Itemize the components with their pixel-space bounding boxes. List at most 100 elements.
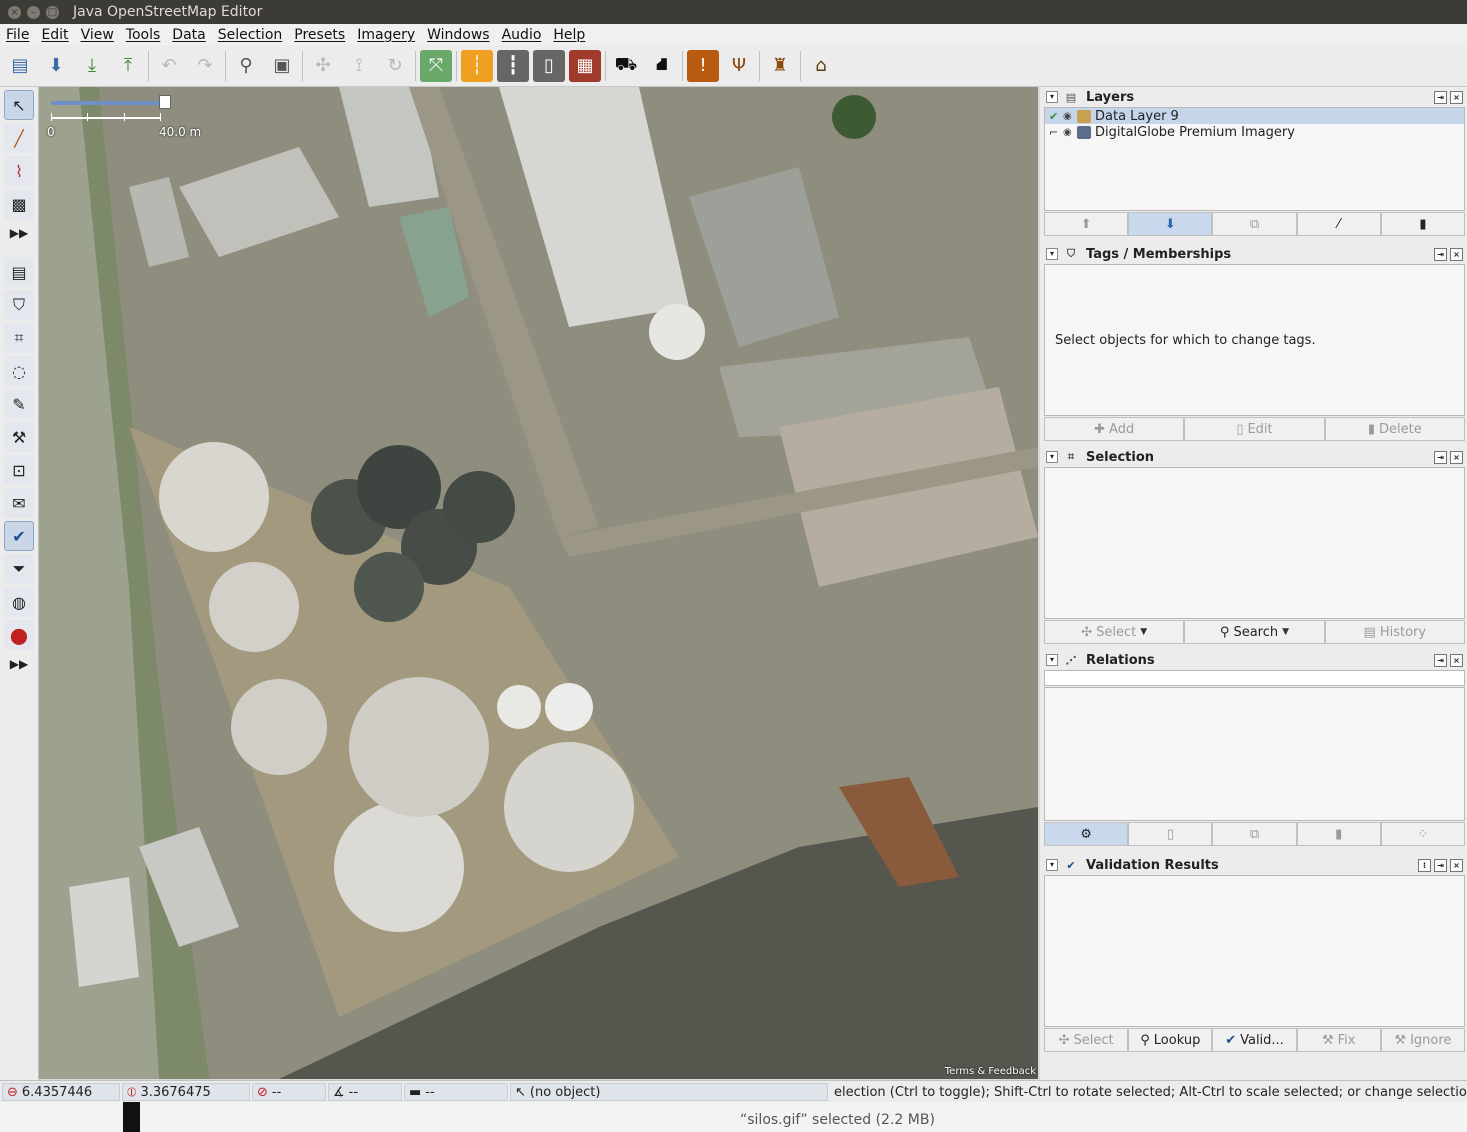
redo-icon[interactable]: ↷ [189,50,221,82]
map-view[interactable]: 0 40.0 m Terms & Feedback [39,87,1038,1079]
highway-icon[interactable]: ┆ [461,49,493,82]
layer-row-data-layer[interactable]: ✔ ◉ Data Layer 9 [1045,108,1464,124]
menu-help[interactable]: Help [547,27,591,43]
imagery-attribution-link[interactable]: Terms & Feedback [945,1066,1036,1077]
close-icon[interactable]: × [1450,859,1463,872]
barrier-icon[interactable]: ▯ [533,49,565,82]
user-list-icon[interactable]: ◌ [4,356,34,386]
dock-icon[interactable]: ⇥ [1434,248,1447,261]
notes-icon[interactable]: ⊡ [4,455,34,485]
edit-relation-icon[interactable]: ▯ [1128,822,1213,846]
selection-panel-header[interactable]: ▾ ⌗ Selection ⇥ × [1040,447,1467,467]
delete-tag-button[interactable]: ▮ Delete [1324,417,1465,441]
castle-icon[interactable]: ♜ [764,50,796,82]
zoom-slider-track[interactable] [51,101,171,105]
download-icon[interactable]: ⤓ [76,50,108,82]
building-tool-icon[interactable]: ▩ [4,189,34,219]
map-paint-icon[interactable]: ◍ [4,587,34,617]
dock-icon[interactable]: ⇥ [1434,451,1447,464]
visibility-eye-icon[interactable]: ◉ [1063,127,1077,138]
lookup-button[interactable]: ⚲ Lookup [1128,1028,1213,1052]
delete-layer-icon[interactable]: ▮ [1380,212,1466,236]
close-window-icon[interactable]: × [8,5,21,19]
improve-way-icon[interactable]: ⌇ [4,156,34,186]
authors-icon[interactable]: ✎ [4,389,34,419]
tags-panel-header[interactable]: ▾ ⛉ Tags / Memberships ⇥ × [1040,244,1467,264]
tags-toggle-icon[interactable]: ⛉ [4,290,34,320]
dock-icon[interactable]: ⇥ [1434,654,1447,667]
menu-data[interactable]: Data [166,27,211,43]
settings-icon[interactable]: ⁝ [1418,859,1431,872]
collapse-icon[interactable]: ▾ [1046,451,1058,463]
ignore-button[interactable]: ⚒ Ignore [1380,1028,1466,1052]
menu-file[interactable]: File [0,27,35,43]
zoom-icon[interactable]: ▣ [266,50,298,82]
hazard-icon[interactable]: ! [687,49,719,82]
layers-panel-header[interactable]: ▾ ▤ Layers ⇥ × [1040,87,1467,107]
menu-windows[interactable]: Windows [421,27,496,43]
search-button[interactable]: ⚲ Search ▼ [1184,620,1325,644]
dock-icon[interactable]: ⇥ [1434,859,1447,872]
opacity-icon[interactable]: ⁄ [1296,212,1381,236]
edit-tag-button[interactable]: ▯ Edit [1184,417,1325,441]
merge-icon[interactable]: ⧉ [1212,212,1297,236]
map-marker-icon[interactable]: ⬤ [4,620,34,650]
draw-mode-icon[interactable]: ╱ [4,123,34,153]
validation-list[interactable] [1044,875,1465,1027]
save-icon[interactable]: ⬇ [40,50,72,82]
refresh-icon[interactable]: ↻ [379,50,411,82]
menu-imagery[interactable]: Imagery [351,27,421,43]
dropdown-arrow-icon[interactable]: ▼ [1282,627,1289,637]
relations-panel-header[interactable]: ▾ ⋰ Relations ⇥ × [1040,650,1467,670]
collapse-icon[interactable]: ▾ [1046,859,1058,871]
history-button[interactable]: ▤ History [1324,620,1465,644]
close-icon[interactable]: × [1450,451,1463,464]
new-relation-icon[interactable]: ⚙ [1044,822,1129,846]
factory-icon[interactable]: ⌂ [805,50,837,82]
simplify-icon[interactable]: ✣ [307,50,339,82]
add-tag-button[interactable]: ✚ Add [1044,417,1185,441]
delete-relation-icon[interactable]: ▮ [1296,822,1381,846]
menu-selection[interactable]: Selection [212,27,289,43]
map-scale[interactable]: 0 40.0 m [47,93,207,139]
relations-list[interactable] [1044,687,1465,821]
car-icon[interactable]: ⛟ [610,50,642,82]
select-members-icon[interactable]: ⁘ [1380,822,1466,846]
select-button[interactable]: ✣ Select ▼ [1044,620,1185,644]
split-icon[interactable]: ⟟ [343,50,375,82]
restaurant-icon[interactable]: Ψ [723,50,755,82]
minimize-window-icon[interactable]: – [27,5,40,19]
preferences-icon[interactable]: ⚲ [230,50,262,82]
fix-button[interactable]: ⚒ Fix [1296,1028,1381,1052]
maximize-window-icon[interactable]: □ [46,5,59,19]
visibility-eye-icon[interactable]: ◉ [1063,111,1077,122]
close-icon[interactable]: × [1450,91,1463,104]
more-dialogs-icon[interactable]: ▶▶ [0,653,38,675]
upload-icon[interactable]: ⤒ [112,50,144,82]
menu-view[interactable]: View [75,27,120,43]
relations-filter-input[interactable] [1044,670,1465,686]
menu-edit[interactable]: Edit [35,27,74,43]
select-mode-icon[interactable]: ↖ [4,90,34,120]
duplicate-relation-icon[interactable]: ⧉ [1212,822,1297,846]
close-icon[interactable]: × [1450,654,1463,667]
collapse-icon[interactable]: ▾ [1046,91,1058,103]
selection-list[interactable] [1044,467,1465,619]
conflict-icon[interactable]: ✉ [4,488,34,518]
commands-icon[interactable]: ⚒ [4,422,34,452]
zoom-slider-handle[interactable] [159,95,171,109]
bus-icon[interactable]: ⛘ [646,50,678,82]
layer-row-imagery[interactable]: ⌐ ◉ DigitalGlobe Premium Imagery [1045,124,1464,140]
move-down-icon[interactable]: ⬇ [1128,212,1213,236]
open-file-icon[interactable]: ▤ [4,50,36,82]
move-up-icon[interactable]: ⬆ [1044,212,1129,236]
wireframe-icon[interactable]: ⤧ [420,49,452,82]
filter-icon[interactable]: ⏷ [4,554,34,584]
railway-icon[interactable]: ┇ [497,49,529,82]
validation-select-button[interactable]: ✣ Select [1044,1028,1129,1052]
collapse-icon[interactable]: ▾ [1046,248,1058,260]
menu-presets[interactable]: Presets [288,27,351,43]
undo-icon[interactable]: ↶ [153,50,185,82]
dock-icon[interactable]: ⇥ [1434,91,1447,104]
menu-audio[interactable]: Audio [496,27,548,43]
